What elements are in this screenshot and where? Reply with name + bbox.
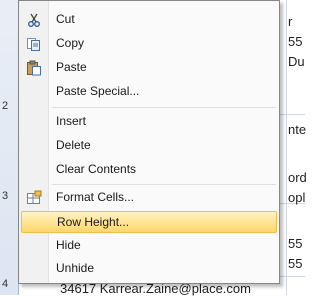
menu-item-copy[interactable]: Copy — [21, 33, 277, 55]
menu-item-label: Insert — [56, 114, 87, 128]
menu-item-label: Paste — [56, 60, 87, 74]
format-cells-icon — [26, 190, 42, 206]
menu-item-cut[interactable]: Cut — [21, 9, 277, 31]
menu-separator — [52, 107, 276, 108]
menu-item-paste[interactable]: Paste — [21, 57, 277, 79]
menu-item-delete[interactable]: Delete — [21, 135, 277, 157]
menu-item-paste-special[interactable]: Paste Special... — [21, 81, 277, 103]
menu-item-label: Delete — [56, 138, 91, 152]
menu-item-label: Cut — [56, 12, 75, 26]
menu-item-clear-contents[interactable]: Clear Contents — [21, 159, 277, 181]
menu-item-label: Hide — [56, 238, 81, 252]
cell-text[interactable]: 55 — [288, 256, 302, 271]
row-number[interactable]: 4 — [2, 278, 8, 290]
context-menu: Cut Copy Paste Paste Special... Insert D… — [18, 0, 280, 284]
row-number[interactable]: 2 — [2, 100, 8, 112]
menu-item-insert[interactable]: Insert — [21, 111, 277, 133]
copy-icon — [26, 36, 42, 52]
menu-item-label: Format Cells... — [56, 190, 135, 204]
paste-icon — [26, 60, 42, 76]
row-header: 2 3 4 — [0, 0, 19, 295]
cell-text[interactable]: 55 — [288, 236, 302, 251]
cell-text[interactable]: nte — [288, 122, 306, 137]
menu-separator — [52, 184, 276, 185]
menu-item-label: Clear Contents — [56, 162, 137, 176]
menu-item-row-height[interactable]: Row Height... — [21, 211, 277, 233]
cell-text[interactable]: opl — [288, 190, 305, 205]
menu-item-label: Paste Special... — [56, 84, 140, 98]
cell-text[interactable]: Du — [288, 54, 305, 69]
menu-item-label: Unhide — [56, 261, 95, 275]
menu-item-hide[interactable]: Hide — [21, 235, 277, 257]
cell-text[interactable]: 55 — [288, 34, 302, 49]
menu-item-label: Row Height... — [57, 215, 130, 229]
cell-text[interactable]: r — [288, 14, 292, 29]
menu-item-label: Copy — [56, 36, 85, 50]
menu-item-format-cells[interactable]: Format Cells... — [21, 187, 277, 209]
column-gridline — [286, 0, 287, 295]
menu-item-unhide[interactable]: Unhide — [21, 258, 277, 280]
cell-text[interactable]: ord — [288, 170, 307, 185]
row-number[interactable]: 3 — [2, 190, 8, 202]
scissors-icon — [26, 12, 42, 28]
